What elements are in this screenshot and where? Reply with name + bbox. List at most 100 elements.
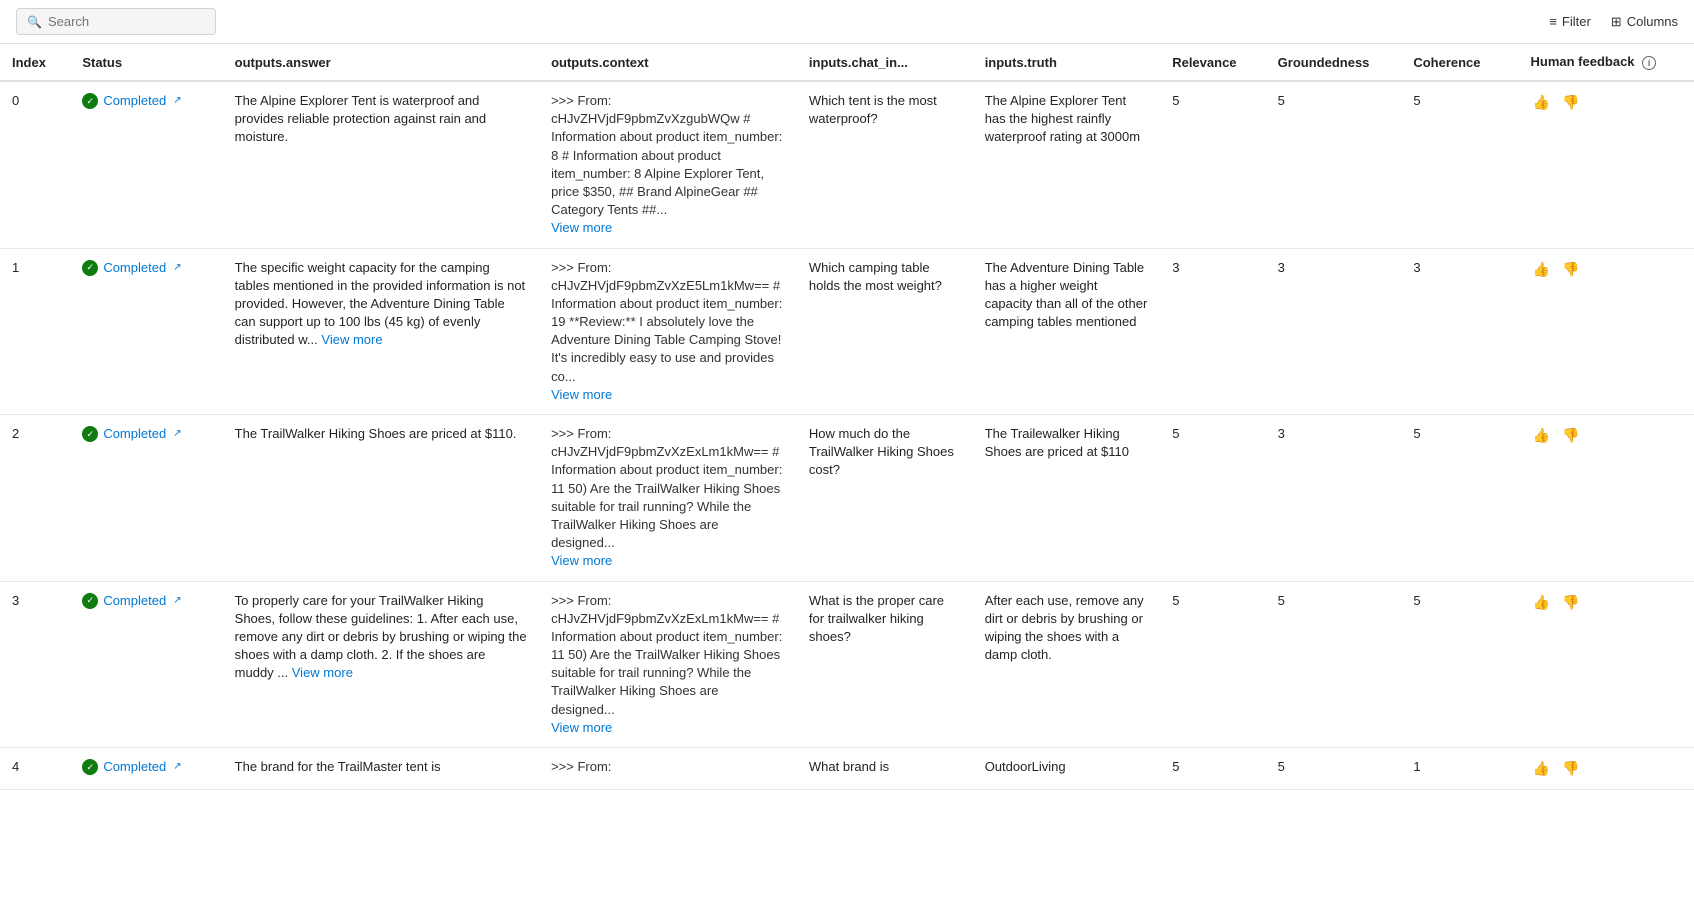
columns-button[interactable]: ⊞ Columns [1611,14,1678,30]
search-icon: 🔍 [27,15,42,29]
cell-context: >>> From: [539,748,797,790]
cell-truth: OutdoorLiving [973,748,1161,790]
cell-truth: The Trailewalker Hiking Shoes are priced… [973,415,1161,582]
cell-human-feedback: 👍 👎 [1519,248,1694,415]
col-header-relevance: Relevance [1160,44,1265,81]
cell-coherence: 1 [1401,748,1518,790]
thumbs-up-button[interactable]: 👍 [1531,92,1552,113]
cell-index: 4 [0,748,70,790]
cell-status: ✓ Completed ↗ [70,748,222,790]
cell-human-feedback: 👍 👎 [1519,415,1694,582]
col-header-groundedness: Groundedness [1266,44,1402,81]
context-text: >>> From: cHJvZHVjdF9pbmZvXzgubWQw # Inf… [551,93,782,217]
cell-status: ✓ Completed ↗ [70,81,222,248]
context-view-more[interactable]: View more [551,720,612,735]
status-completed-icon: ✓ [82,426,98,442]
cell-context: >>> From: cHJvZHVjdF9pbmZvXzgubWQw # Inf… [539,81,797,248]
table-row: 1 ✓ Completed ↗ The specific weight capa… [0,248,1694,415]
cell-chat-in: How much do the TrailWalker Hiking Shoes… [797,415,973,582]
thumbs-up-button[interactable]: 👍 [1531,259,1552,280]
status-text: Completed [103,758,166,776]
context-text: >>> From: cHJvZHVjdF9pbmZvXzExLm1kMw== #… [551,593,782,717]
status-completed-icon: ✓ [82,260,98,276]
status-text: Completed [103,425,166,443]
col-header-feedback: Human feedback i [1519,44,1694,81]
context-view-more[interactable]: View more [551,220,612,235]
search-input[interactable] [48,14,205,29]
filter-button[interactable]: ≡ Filter [1549,14,1590,29]
status-completed-icon: ✓ [82,759,98,775]
external-link-icon[interactable]: ↗ [173,760,181,774]
thumbs-up-button[interactable]: 👍 [1531,425,1552,446]
cell-relevance: 3 [1160,248,1265,415]
cell-groundedness: 3 [1266,248,1402,415]
context-text: >>> From: cHJvZHVjdF9pbmZvXzE5Lm1kMw== #… [551,260,782,384]
cell-coherence: 5 [1401,581,1518,748]
cell-status: ✓ Completed ↗ [70,248,222,415]
status-text: Completed [103,259,166,277]
table-container: Index Status outputs.answer outputs.cont… [0,44,1694,901]
context-view-more[interactable]: View more [551,387,612,402]
answer-view-more[interactable]: View more [321,332,382,347]
cell-coherence: 3 [1401,248,1518,415]
col-header-chat: inputs.chat_in... [797,44,973,81]
cell-answer: The specific weight capacity for the cam… [223,248,539,415]
status-text: Completed [103,92,166,110]
toolbar-right: ≡ Filter ⊞ Columns [1549,14,1678,30]
thumbs-up-button[interactable]: 👍 [1531,758,1552,779]
feedback-info-icon[interactable]: i [1642,56,1656,70]
answer-text: To properly care for your TrailWalker Hi… [235,593,527,681]
cell-coherence: 5 [1401,81,1518,248]
external-link-icon[interactable]: ↗ [173,427,181,441]
status-completed-icon: ✓ [82,593,98,609]
thumbs-down-button[interactable]: 👎 [1560,592,1581,613]
cell-groundedness: 3 [1266,415,1402,582]
cell-status: ✓ Completed ↗ [70,581,222,748]
table-header: Index Status outputs.answer outputs.cont… [0,44,1694,81]
context-view-more[interactable]: View more [551,553,612,568]
cell-context: >>> From: cHJvZHVjdF9pbmZvXzExLm1kMw== #… [539,415,797,582]
cell-status: ✓ Completed ↗ [70,415,222,582]
col-header-truth: inputs.truth [973,44,1161,81]
cell-relevance: 5 [1160,581,1265,748]
table-body: 0 ✓ Completed ↗ The Alpine Explorer Tent… [0,81,1694,790]
answer-view-more[interactable]: View more [292,665,353,680]
thumbs-up-button[interactable]: 👍 [1531,592,1552,613]
cell-index: 3 [0,581,70,748]
external-link-icon[interactable]: ↗ [173,261,181,275]
answer-text: The brand for the TrailMaster tent is [235,759,441,774]
cell-answer: The TrailWalker Hiking Shoes are priced … [223,415,539,582]
cell-context: >>> From: cHJvZHVjdF9pbmZvXzExLm1kMw== #… [539,581,797,748]
external-link-icon[interactable]: ↗ [173,94,181,108]
thumbs-down-button[interactable]: 👎 [1560,259,1581,280]
cell-relevance: 5 [1160,81,1265,248]
thumbs-down-button[interactable]: 👎 [1560,425,1581,446]
thumbs-down-button[interactable]: 👎 [1560,758,1581,779]
cell-index: 1 [0,248,70,415]
cell-answer: The brand for the TrailMaster tent is [223,748,539,790]
search-box[interactable]: 🔍 [16,8,216,35]
cell-chat-in: What brand is [797,748,973,790]
cell-chat-in: Which tent is the most waterproof? [797,81,973,248]
context-text: >>> From: cHJvZHVjdF9pbmZvXzExLm1kMw== #… [551,426,782,550]
cell-answer: The Alpine Explorer Tent is waterproof a… [223,81,539,248]
col-header-coherence: Coherence [1401,44,1518,81]
filter-icon: ≡ [1549,14,1557,29]
table-row: 3 ✓ Completed ↗ To properly care for you… [0,581,1694,748]
external-link-icon[interactable]: ↗ [173,594,181,608]
cell-groundedness: 5 [1266,81,1402,248]
cell-relevance: 5 [1160,415,1265,582]
cell-human-feedback: 👍 👎 [1519,81,1694,248]
cell-groundedness: 5 [1266,581,1402,748]
cell-context: >>> From: cHJvZHVjdF9pbmZvXzE5Lm1kMw== #… [539,248,797,415]
cell-human-feedback: 👍 👎 [1519,581,1694,748]
cell-chat-in: What is the proper care for trailwalker … [797,581,973,748]
thumbs-down-button[interactable]: 👎 [1560,92,1581,113]
cell-answer: To properly care for your TrailWalker Hi… [223,581,539,748]
col-header-status: Status [70,44,222,81]
cell-chat-in: Which camping table holds the most weigh… [797,248,973,415]
table-row: 2 ✓ Completed ↗ The TrailWalker Hiking S… [0,415,1694,582]
columns-label: Columns [1627,14,1678,29]
table-row: 0 ✓ Completed ↗ The Alpine Explorer Tent… [0,81,1694,248]
cell-relevance: 5 [1160,748,1265,790]
